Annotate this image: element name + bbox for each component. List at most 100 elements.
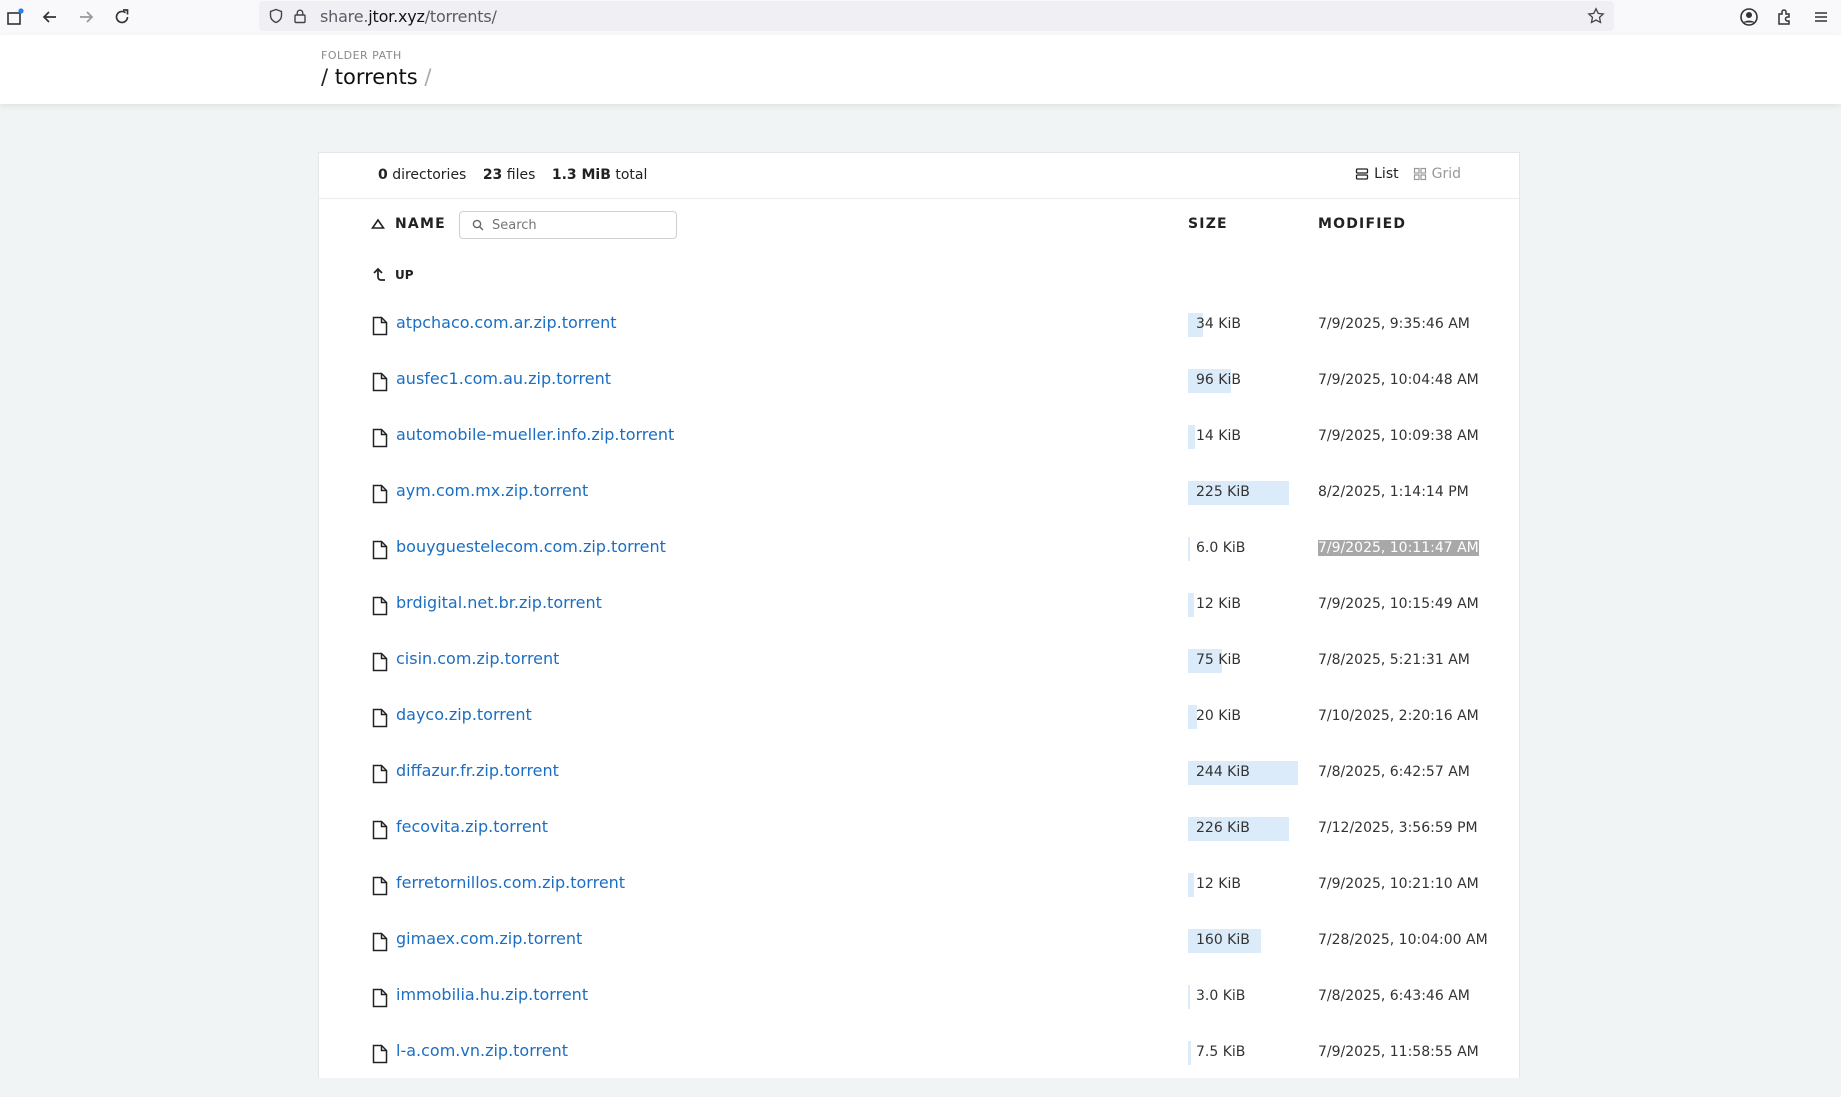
file-size: 244 KiB <box>1196 764 1250 780</box>
file-modified-date: 7/9/2025, 9:35:46 AM <box>1318 316 1470 332</box>
file-size: 226 KiB <box>1196 820 1250 836</box>
file-modified-date: 7/12/2025, 3:56:59 PM <box>1318 820 1478 836</box>
file-size: 12 KiB <box>1196 596 1241 612</box>
file-row: l-a.com.vn.zip.torrent 7.5 KiB 7/9/2025, 1… <box>319 1041 1519 1097</box>
file-modified-date: 7/9/2025, 10:15:49 AM <box>1318 596 1479 612</box>
file-row: ferretornillos.com.zip.torrent 12 KiB 7/9/… <box>319 873 1519 929</box>
file-icon <box>372 764 388 784</box>
file-size: 34 KiB <box>1196 316 1241 332</box>
view-toggle: List Grid <box>1355 166 1461 182</box>
file-name-link[interactable]: aym.com.mx.zip.torrent <box>396 481 588 500</box>
modified-column-header[interactable]: MODIFIED <box>1318 216 1406 232</box>
file-row: gimaex.com.zip.torrent 160 KiB 7/28/2025, … <box>319 929 1519 985</box>
file-icon <box>372 708 388 728</box>
breadcrumb-root-separator[interactable]: / <box>321 65 328 89</box>
file-row: brdigital.net.br.zip.torrent 12 KiB 7/9/20… <box>319 593 1519 649</box>
file-row: bouyguestelecom.com.zip.torrent 6.0 KiB 7/… <box>319 537 1519 593</box>
grid-view-button[interactable]: Grid <box>1413 166 1461 182</box>
file-size: 96 KiB <box>1196 372 1241 388</box>
files-count: 23 <box>482 167 503 183</box>
grid-view-label: Grid <box>1431 166 1461 182</box>
list-view-label: List <box>1374 166 1399 182</box>
file-modified-date: 7/9/2025, 10:21:10 AM <box>1318 876 1479 892</box>
forward-icon[interactable] <box>74 5 98 29</box>
file-size: 7.5 KiB <box>1196 1044 1246 1060</box>
breadcrumb-trailing-separator: / <box>424 65 432 89</box>
file-size: 20 KiB <box>1196 708 1241 724</box>
file-name-link[interactable]: diffazur.fr.zip.torrent <box>396 761 559 780</box>
file-modified-date: 7/8/2025, 6:43:46 AM <box>1318 988 1470 1004</box>
file-size: 3.0 KiB <box>1196 988 1246 1004</box>
file-name-link[interactable]: ausfec1.com.au.zip.torrent <box>396 369 611 388</box>
extensions-icon[interactable] <box>1773 5 1797 29</box>
reload-icon[interactable] <box>110 5 134 29</box>
up-arrow-icon <box>373 267 385 281</box>
lock-icon[interactable] <box>288 4 312 28</box>
file-row: aym.com.mx.zip.torrent 225 KiB 8/2/2025, 1… <box>319 481 1519 537</box>
file-name-link[interactable]: brdigital.net.br.zip.torrent <box>396 593 602 612</box>
file-modified-date: 7/8/2025, 5:21:31 AM <box>1318 652 1470 668</box>
file-name-link[interactable]: cisin.com.zip.torrent <box>396 649 559 668</box>
search-field[interactable] <box>459 211 677 239</box>
file-name-link[interactable]: gimaex.com.zip.torrent <box>396 929 582 948</box>
up-label: UP <box>395 268 414 282</box>
address-bar[interactable]: share.jtor.xyz/torrents/ <box>259 1 1614 31</box>
url-path: /torrents/ <box>424 7 497 26</box>
up-directory-link[interactable]: UP <box>371 266 414 284</box>
tracking-protection-shield-icon[interactable] <box>264 4 288 28</box>
name-column-label: NAME <box>395 216 446 232</box>
file-icon <box>372 484 388 504</box>
file-row: immobilia.hu.zip.torrent 3.0 KiB 7/8/2025,… <box>319 985 1519 1041</box>
file-name-link[interactable]: bouyguestelecom.com.zip.torrent <box>396 537 666 556</box>
file-modified-date: 7/8/2025, 6:42:57 AM <box>1318 764 1470 780</box>
file-name-link[interactable]: atpchaco.com.ar.zip.torrent <box>396 313 617 332</box>
page-header: FOLDER PATH / torrents / <box>0 35 1841 104</box>
size-bar <box>1188 985 1190 1009</box>
menu-icon[interactable] <box>1809 5 1833 29</box>
file-name-link[interactable]: automobile-mueller.info.zip.torrent <box>396 425 674 444</box>
back-icon[interactable] <box>38 5 62 29</box>
grid-view-icon <box>1413 167 1426 181</box>
account-icon[interactable] <box>1737 5 1761 29</box>
size-bar <box>1188 537 1190 561</box>
search-input[interactable] <box>492 216 672 234</box>
size-bar <box>1188 1041 1191 1065</box>
file-row: ausfec1.com.au.zip.torrent 96 KiB 7/9/2025… <box>319 369 1519 425</box>
file-icon <box>372 316 388 336</box>
file-name-link[interactable]: dayco.zip.torrent <box>396 705 532 724</box>
file-row: atpchaco.com.ar.zip.torrent 34 KiB 7/9/202… <box>319 313 1519 369</box>
name-column-header[interactable]: NAME <box>371 216 446 232</box>
file-row: cisin.com.zip.torrent 75 KiB 7/8/2025, 5:2… <box>319 649 1519 705</box>
file-modified-date: 7/10/2025, 2:20:16 AM <box>1318 708 1479 724</box>
files-label: files <box>506 167 536 183</box>
file-icon <box>372 988 388 1008</box>
file-size: 160 KiB <box>1196 932 1250 948</box>
directories-count: 0 <box>378 167 388 183</box>
list-view-button[interactable]: List <box>1355 166 1399 182</box>
sort-ascending-icon <box>371 218 385 229</box>
file-list: atpchaco.com.ar.zip.torrent 34 KiB 7/9/202… <box>319 313 1519 1097</box>
browser-toolbar: share.jtor.xyz/torrents/ <box>0 0 1841 36</box>
bookmark-star-icon[interactable] <box>1584 4 1608 28</box>
file-icon <box>372 372 388 392</box>
breadcrumb-folder[interactable]: torrents <box>335 65 418 89</box>
file-size: 14 KiB <box>1196 428 1241 444</box>
search-icon <box>472 219 484 231</box>
url-text[interactable]: share.jtor.xyz/torrents/ <box>320 7 497 26</box>
file-icon <box>372 932 388 952</box>
url-prefix: share. <box>320 7 369 26</box>
size-bar <box>1188 873 1194 897</box>
list-view-icon <box>1355 168 1369 180</box>
file-name-link[interactable]: immobilia.hu.zip.torrent <box>396 985 588 1004</box>
file-name-link[interactable]: ferretornillos.com.zip.torrent <box>396 873 625 892</box>
size-column-header[interactable]: SIZE <box>1188 216 1228 232</box>
breadcrumb: / torrents / <box>321 65 431 89</box>
total-label: total <box>615 167 648 183</box>
file-name-link[interactable]: fecovita.zip.torrent <box>396 817 548 836</box>
file-row: fecovita.zip.torrent 226 KiB 7/12/2025, 3:… <box>319 817 1519 873</box>
file-name-link[interactable]: l-a.com.vn.zip.torrent <box>396 1041 568 1060</box>
listing-stats: 0 directories 23 files 1.3 MiB total <box>378 167 647 183</box>
file-size: 225 KiB <box>1196 484 1250 500</box>
file-modified-date: 7/9/2025, 10:11:47 AM <box>1318 540 1479 556</box>
tab-manager-icon[interactable] <box>3 5 27 29</box>
